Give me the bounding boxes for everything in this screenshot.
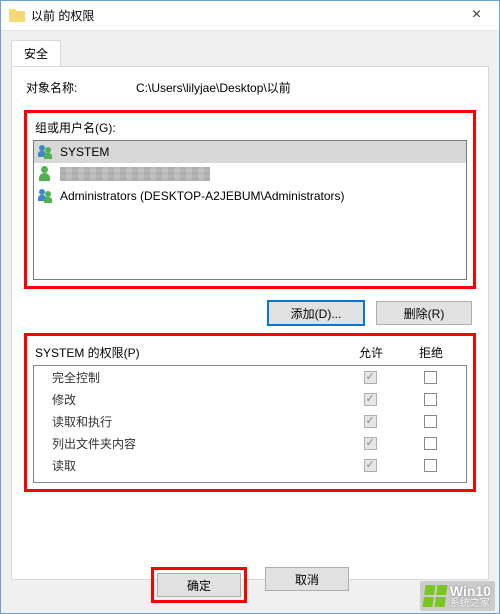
deny-checkbox[interactable] [424,459,437,472]
list-item[interactable] [34,163,466,185]
deny-checkbox[interactable] [424,437,437,450]
permission-row: 列出文件夹内容 [34,432,466,454]
permissions-for-label: SYSTEM 的权限(P) [35,344,341,361]
group-user-listbox[interactable]: SYSTEM Administrators (DESKTOP-A2JEBUM\Ad… [33,140,467,280]
deny-checkbox[interactable] [424,415,437,428]
ok-highlight-box: 确定 [151,567,247,603]
permission-name: 修改 [52,391,340,408]
allow-checkbox[interactable] [364,371,377,384]
cancel-button[interactable]: 取消 [265,567,349,591]
object-name-label: 对象名称: [26,79,136,96]
window-title: 以前 的权限 [31,7,454,24]
deny-checkbox[interactable] [424,371,437,384]
permission-name: 读取 [52,457,340,474]
tab-security[interactable]: 安全 [11,40,61,67]
permissions-dialog: 以前 的权限 × 安全 对象名称: C:\Users\lilyjae\Deskt… [0,0,500,614]
allow-checkbox[interactable] [364,415,377,428]
obscured-username [60,167,210,181]
group-buttons-row: 添加(D)... 删除(R) [24,295,476,333]
list-item[interactable]: SYSTEM [34,141,466,163]
groups-label: 组或用户名(G): [33,119,467,136]
titlebar: 以前 的权限 × [1,1,499,31]
windows-logo-icon [422,585,447,607]
object-name-row: 对象名称: C:\Users\lilyjae\Desktop\以前 [24,79,476,96]
permission-row: 修改 [34,388,466,410]
users-icon [38,144,56,160]
list-item[interactable]: Administrators (DESKTOP-A2JEBUM\Administ… [34,185,466,207]
allow-checkbox[interactable] [364,393,377,406]
folder-icon [9,8,25,24]
users-icon [38,188,56,204]
column-deny: 拒绝 [401,344,461,361]
watermark: Win10 系统之家 [420,581,495,611]
column-allow: 允许 [341,344,401,361]
ok-button[interactable]: 确定 [157,573,241,597]
watermark-text: Win10 系统之家 [450,583,491,609]
tab-strip: 安全 [1,31,499,66]
tab-panel-security: 对象名称: C:\Users\lilyjae\Desktop\以前 组或用户名(… [11,66,489,580]
permissions-highlight-box: SYSTEM 的权限(P) 允许 拒绝 完全控制修改读取和执行列出文件夹内容读取 [24,333,476,492]
remove-button[interactable]: 删除(R) [376,301,472,325]
user-icon [38,166,56,182]
allow-checkbox[interactable] [364,459,377,472]
permission-name: 读取和执行 [52,413,340,430]
add-button[interactable]: 添加(D)... [268,301,364,325]
permission-row: 完全控制 [34,366,466,388]
object-name-value: C:\Users\lilyjae\Desktop\以前 [136,79,474,96]
close-button[interactable]: × [454,1,499,31]
list-item-label: SYSTEM [60,145,109,159]
allow-checkbox[interactable] [364,437,377,450]
list-item-label: Administrators (DESKTOP-A2JEBUM\Administ… [60,189,345,203]
permissions-table: 完全控制修改读取和执行列出文件夹内容读取 [33,365,467,483]
permission-row: 读取 [34,454,466,476]
permission-name: 列出文件夹内容 [52,435,340,452]
groups-highlight-box: 组或用户名(G): SYSTEM Administrators (DESKTOP-… [24,110,476,289]
permission-name: 完全控制 [52,369,340,386]
permission-row: 读取和执行 [34,410,466,432]
deny-checkbox[interactable] [424,393,437,406]
permissions-header: SYSTEM 的权限(P) 允许 拒绝 [33,342,467,365]
